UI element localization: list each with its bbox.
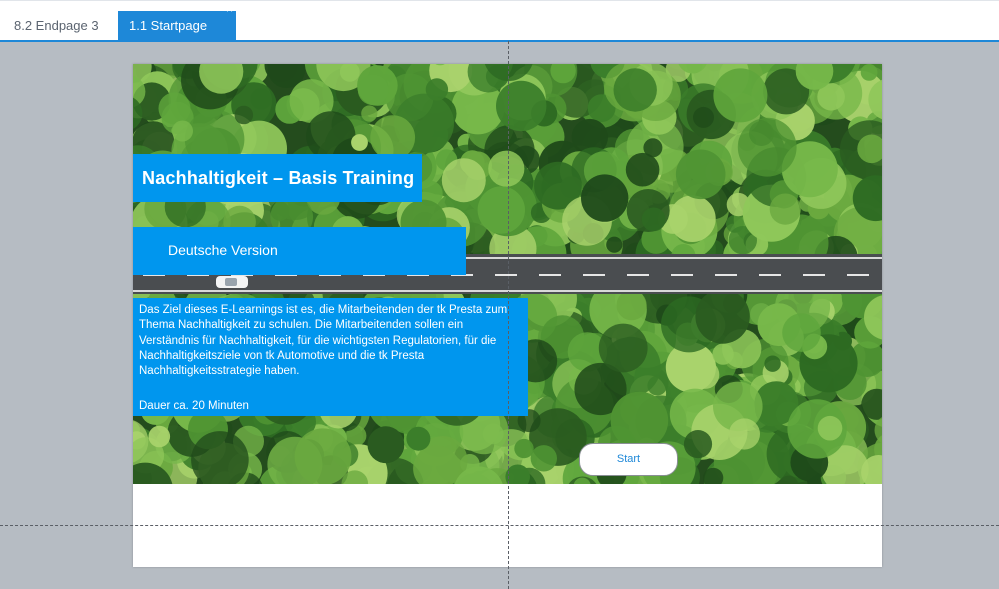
tab-bar: 8.2 Endpage 3 1.1 Startpage × <box>0 0 999 42</box>
subtitle-text: Deutsche Version <box>168 242 278 258</box>
description-box[interactable]: Das Ziel dieses E-Learnings ist es, die … <box>133 298 528 416</box>
close-icon[interactable]: × <box>226 2 233 16</box>
duration-text: Dauer ca. 20 Minuten <box>139 400 249 412</box>
horizontal-guide-line[interactable] <box>0 525 999 526</box>
start-button[interactable]: Start <box>579 443 678 476</box>
subtitle-box[interactable]: Deutsche Version <box>133 227 466 275</box>
tab-startpage[interactable]: 1.1 Startpage × <box>118 2 236 41</box>
vertical-guide-line[interactable] <box>508 41 509 589</box>
tab-label: 8.2 Endpage 3 <box>14 18 99 33</box>
tab-underline <box>0 40 999 42</box>
page-title: Nachhaltigkeit – Basis Training <box>142 168 415 188</box>
tab-label: 1.1 Startpage <box>129 18 208 33</box>
title-box[interactable]: Nachhaltigkeit – Basis Training <box>133 154 422 202</box>
tab-endpage-3[interactable]: 8.2 Endpage 3 <box>0 11 118 41</box>
description-text: Das Ziel dieses E-Learnings ist es, die … <box>139 304 508 378</box>
